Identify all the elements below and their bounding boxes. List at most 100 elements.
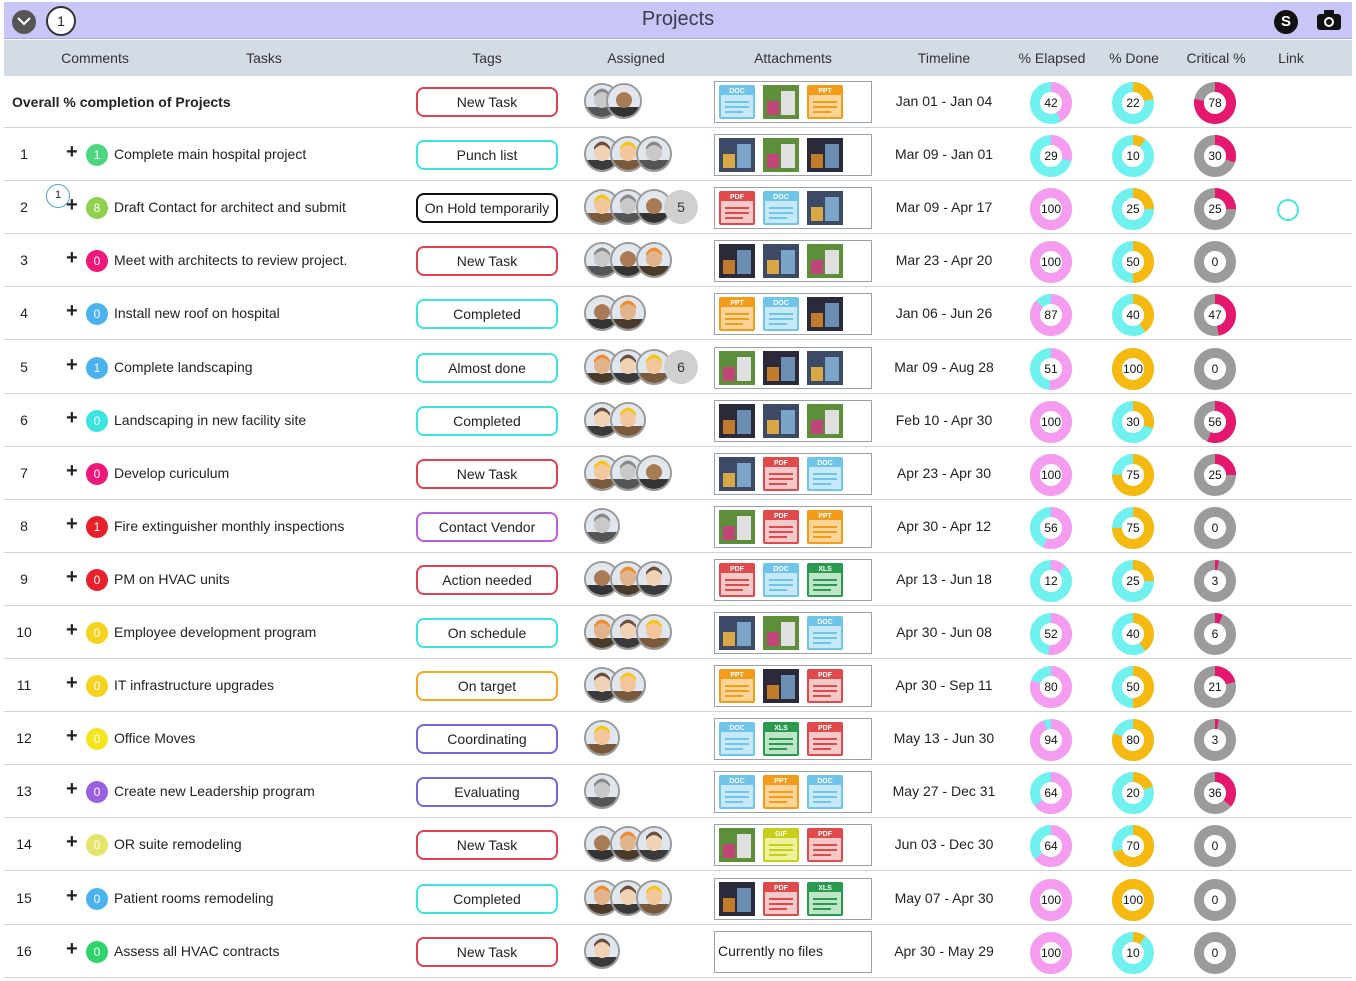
comment-count-badge[interactable]: 0 [86,941,108,963]
comment-count-badge[interactable]: 0 [86,303,108,325]
tag-badge[interactable]: New Task [416,459,558,489]
pdf-file-icon[interactable]: PDF [763,457,799,491]
skype-icon[interactable]: S [1274,10,1298,34]
avatar[interactable] [610,667,646,703]
avatar[interactable] [636,242,672,278]
image-thumbnail[interactable] [807,297,843,331]
doc-file-icon[interactable]: DOC [719,722,755,756]
attachments-box[interactable] [714,134,872,176]
tag-badge[interactable]: New Task [416,87,558,117]
tag-badge[interactable]: Completed [416,884,558,914]
add-subtask-icon[interactable]: + [66,355,78,375]
table-row[interactable]: 15 +0 Patient rooms remodeling Completed PDF… [4,873,1352,925]
tag-badge[interactable]: Completed [416,299,558,329]
comment-count-badge[interactable]: 8 [86,197,108,219]
add-subtask-icon[interactable]: + [66,779,78,799]
column-done[interactable]: % Done [1094,50,1174,66]
avatar[interactable] [636,455,672,491]
image-thumbnail[interactable] [807,138,843,172]
tag-badge[interactable]: Almost done [416,353,558,383]
task-name[interactable]: Complete main hospital project [114,146,306,162]
attachments-box[interactable]: PDF DOC XLS [714,559,872,601]
image-thumbnail[interactable] [719,828,755,862]
attachments-box[interactable]: DOC PPT DOC [714,771,872,813]
attachments-box[interactable]: PPT PDF [714,665,872,707]
table-row[interactable]: 2 1 +8 Draft Contact for architect and subm… [4,182,1352,234]
tag-badge[interactable]: Punch list [416,140,558,170]
image-thumbnail[interactable] [719,351,755,385]
attachments-box[interactable]: PPT DOC [714,293,872,335]
add-subtask-icon[interactable]: + [66,939,78,959]
add-subtask-icon[interactable]: + [66,832,78,852]
pdf-file-icon[interactable]: PDF [719,191,755,225]
ppt-file-icon[interactable]: PPT [807,510,843,544]
image-thumbnail[interactable] [807,404,843,438]
comment-count-badge[interactable]: 0 [86,781,108,803]
add-subtask-icon[interactable]: + [66,726,78,746]
image-thumbnail[interactable] [719,244,755,278]
column-comments[interactable]: Comments [44,50,146,66]
add-subtask-icon[interactable]: + [66,195,78,215]
tag-badge[interactable]: Action needed [416,565,558,595]
image-thumbnail[interactable] [763,404,799,438]
ppt-file-icon[interactable]: PPT [719,669,755,703]
ppt-file-icon[interactable]: PPT [763,775,799,809]
add-subtask-icon[interactable]: + [66,620,78,640]
table-row[interactable]: 13 +0 Create new Leadership program Evaluat… [4,766,1352,818]
image-thumbnail[interactable] [719,138,755,172]
attachments-box[interactable]: PDF XLS [714,878,872,920]
task-name[interactable]: Patient rooms remodeling [114,890,274,906]
task-name[interactable]: PM on HVAC units [114,571,230,587]
task-name[interactable]: IT infrastructure upgrades [114,677,274,693]
ppt-file-icon[interactable]: PPT [807,85,843,119]
task-name[interactable]: OR suite remodeling [114,836,242,852]
comment-count-badge[interactable]: 1 [86,144,108,166]
task-name[interactable]: Install new roof on hospital [114,305,280,321]
task-name[interactable]: Develop curiculum [114,465,229,481]
table-row[interactable]: 1 +1 Complete main hospital project Punch l… [4,129,1352,181]
comment-count-badge[interactable]: 0 [86,888,108,910]
table-row[interactable]: 9 +0 PM on HVAC units Action needed PDF DOC XL… [4,554,1352,606]
image-thumbnail[interactable] [807,351,843,385]
column-timeline[interactable]: Timeline [904,50,984,66]
image-thumbnail[interactable] [763,138,799,172]
doc-file-icon[interactable]: DOC [719,775,755,809]
avatar[interactable] [584,508,620,544]
task-name[interactable]: Landscaping in new facility site [114,412,306,428]
column-tags[interactable]: Tags [447,50,527,66]
attachments-box[interactable]: PDF PPT [714,506,872,548]
doc-file-icon[interactable]: DOC [719,85,755,119]
comment-count-badge[interactable]: 0 [86,728,108,750]
doc-file-icon[interactable]: DOC [807,616,843,650]
avatar[interactable] [584,720,620,756]
attachments-box[interactable]: DOC PPT [714,81,872,123]
image-thumbnail[interactable] [719,882,755,916]
comment-count-badge[interactable]: 0 [86,250,108,272]
comment-count-badge[interactable]: 0 [86,463,108,485]
attachments-box[interactable]: Currently no files [714,931,872,973]
column-assigned[interactable]: Assigned [596,50,676,66]
avatar[interactable] [584,933,620,969]
attachments-box[interactable] [714,240,872,282]
tag-badge[interactable]: New Task [416,246,558,276]
xls-file-icon[interactable]: XLS [807,563,843,597]
column-critical[interactable]: Critical % [1176,50,1256,66]
attachments-box[interactable]: DOC [714,612,872,654]
image-thumbnail[interactable] [719,616,755,650]
task-name[interactable]: Employee development program [114,624,316,640]
tag-badge[interactable]: Coordinating [416,724,558,754]
avatar[interactable] [636,826,672,862]
table-row[interactable]: 10 +0 Employee development program On sched… [4,607,1352,659]
doc-file-icon[interactable]: DOC [807,457,843,491]
task-name[interactable]: Meet with architects to review project. [114,252,347,268]
table-row[interactable]: 6 +0 Landscaping in new facility site Compl… [4,395,1352,447]
avatar[interactable] [584,773,620,809]
pdf-file-icon[interactable]: PDF [807,828,843,862]
tag-badge[interactable]: New Task [416,830,558,860]
image-thumbnail[interactable] [807,191,843,225]
image-thumbnail[interactable] [719,404,755,438]
avatar[interactable] [610,402,646,438]
column-link[interactable]: Link [1266,50,1316,66]
avatar[interactable] [610,295,646,331]
comment-count-badge[interactable]: 1 [86,357,108,379]
